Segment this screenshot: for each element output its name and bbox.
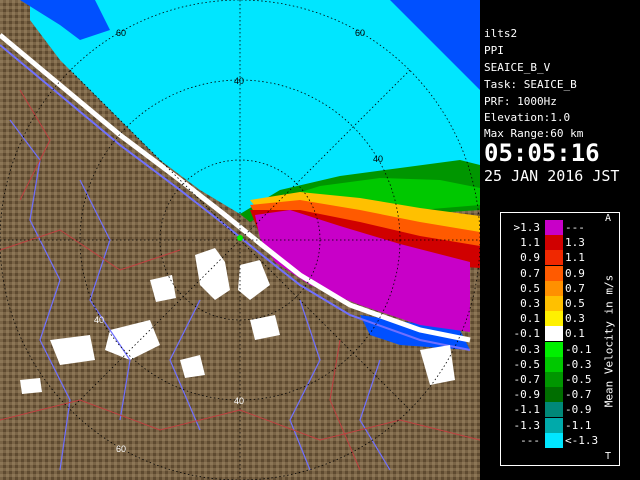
legend-color-swatch xyxy=(545,220,563,235)
task-name: Task: SEAICE_B xyxy=(484,78,577,91)
legend-lower-bound: -0.3 xyxy=(513,342,541,356)
legend-lower-bound: 0.9 xyxy=(520,251,540,265)
range-label-60-bottom: 60 xyxy=(116,444,126,454)
legend-upper-bound: 0.7 xyxy=(565,281,585,295)
range-label-60-upleft: 60 xyxy=(116,28,126,38)
legend-upper-bound: 0.1 xyxy=(565,327,585,341)
scan-mode: PPI xyxy=(484,44,504,57)
legend-lower-bound: -1.1 xyxy=(513,403,541,417)
legend-title-text: Mean Velocity in m/s xyxy=(602,274,616,408)
legend-upper-bound: --- xyxy=(565,221,585,234)
legend-lower-bound: -1.3 xyxy=(513,418,541,432)
legend-color-swatch xyxy=(545,311,563,327)
radar-ppi-view: 40 60 40 60 40 40 60 xyxy=(0,0,480,480)
legend-box: >1.3 --- 1.1 1.3 0.9 1.1 0.7 0.9 0.5 0.7 0.3 0.5 0.1… xyxy=(500,212,620,466)
radar-site-marker xyxy=(237,235,243,241)
site-name: ilts2 xyxy=(484,27,518,40)
prf-value: PRF: 1000Hz xyxy=(484,95,557,108)
scan-info-panel: ilts2 PPI SEAICE_B_V Task: SEAICE_B PRF:… xyxy=(482,26,638,185)
legend-title: Mean Velocity in m/s xyxy=(601,223,617,459)
legend-color-swatch xyxy=(545,432,563,448)
legend-upper-bound: 0.5 xyxy=(565,297,585,310)
legend-upper-bound: 0.3 xyxy=(565,312,585,326)
legend-lower-bound: 0.5 xyxy=(520,281,540,295)
range-label-40-bottom: 40 xyxy=(234,396,244,406)
range-label-40-upright: 40 xyxy=(373,154,383,164)
legend-color-swatch xyxy=(545,326,563,342)
legend-color-swatch xyxy=(545,280,563,296)
legend-color-swatch xyxy=(545,387,563,403)
legend-lower-bound: 0.7 xyxy=(520,266,540,280)
legend-color-swatch xyxy=(545,341,563,357)
legend-color-swatch xyxy=(545,250,563,266)
legend-lower-bound: -0.1 xyxy=(513,327,541,341)
legend-color-swatch xyxy=(545,265,563,281)
legend-lower-bound: -0.9 xyxy=(513,388,541,402)
legend-lower-bound: 0.3 xyxy=(520,297,540,310)
legend-upper-bound: <-1.3 xyxy=(565,433,599,447)
legend-upper-bound: -0.3 xyxy=(565,357,592,371)
legend-color-swatch xyxy=(545,356,563,372)
legend-color-swatch xyxy=(545,417,563,433)
scan-time: 05:05:16 xyxy=(484,139,600,167)
legend-color-swatch xyxy=(545,296,563,311)
legend-upper-bound: -0.5 xyxy=(565,373,592,386)
legend-upper-bound: -1.1 xyxy=(565,418,592,432)
legend-color-swatch xyxy=(545,402,563,418)
scan-date: 25 JAN 2016 JST xyxy=(484,167,620,185)
legend-upper-bound: 1.3 xyxy=(565,236,585,250)
range-label-40-top: 40 xyxy=(234,76,244,86)
elevation-value: Elevation:1.0 xyxy=(484,111,571,124)
legend-top-mark: A xyxy=(605,213,612,224)
velocity-legend: >1.3 --- 1.1 1.3 0.9 1.1 0.7 0.9 0.5 0.7 0.3 0.5 0.1… xyxy=(480,204,640,480)
legend-upper-bound: -0.9 xyxy=(565,403,592,417)
range-label-40-left: 40 xyxy=(94,315,104,325)
legend-lower-bound: 1.1 xyxy=(520,236,540,250)
legend-upper-bound: -0.7 xyxy=(565,388,592,402)
legend-lower-bound: >1.3 xyxy=(513,221,541,234)
range-label-60-top: 60 xyxy=(355,28,365,38)
legend-color-swatch xyxy=(545,235,563,251)
legend-lower-bound: -0.7 xyxy=(513,373,541,386)
product-name: SEAICE_B_V xyxy=(484,61,551,74)
legend-bottom-mark: T xyxy=(605,451,612,462)
legend-lower-bound: -0.5 xyxy=(513,357,541,371)
legend-color-swatch xyxy=(545,372,563,387)
legend-upper-bound: 0.9 xyxy=(565,266,585,280)
legend-upper-bound: -0.1 xyxy=(565,342,592,356)
legend-lower-bound: --- xyxy=(520,433,540,447)
legend-upper-bound: 1.1 xyxy=(565,251,585,265)
legend-lower-bound: 0.1 xyxy=(520,312,540,326)
